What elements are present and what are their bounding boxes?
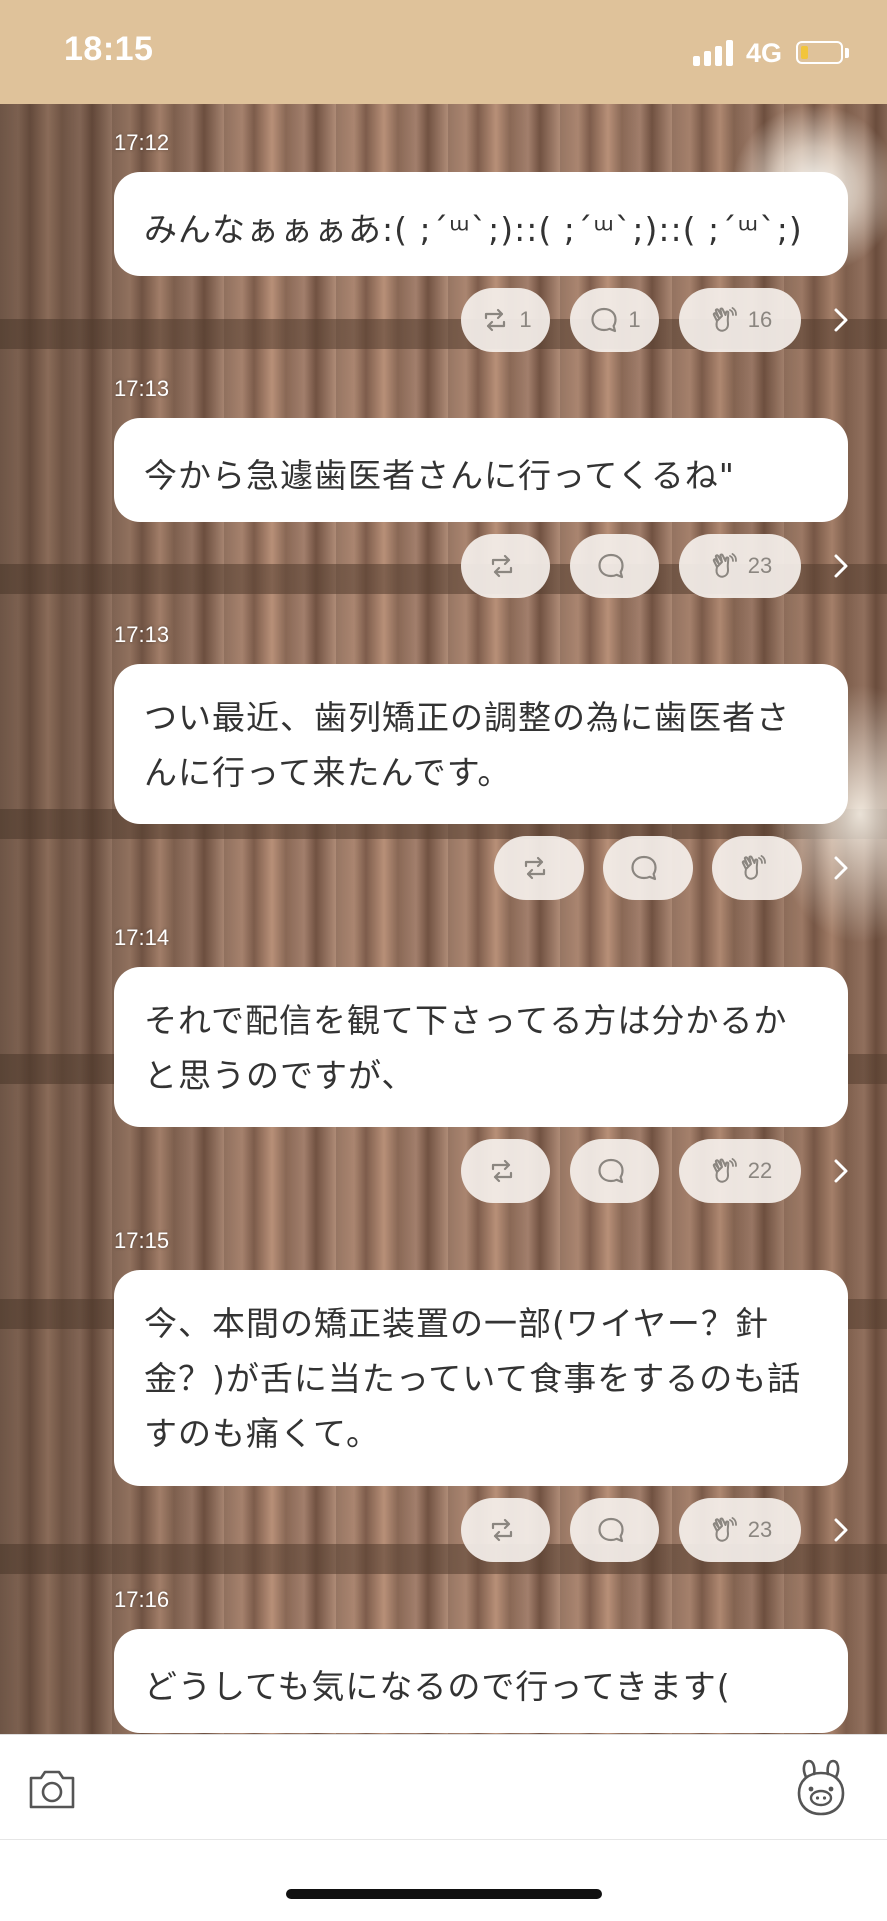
- mascot-icon[interactable]: [790, 1757, 852, 1819]
- clap-icon: [708, 1155, 740, 1187]
- repost-icon: [519, 852, 551, 884]
- clap-count: 23: [747, 1517, 773, 1542]
- clap-button[interactable]: 16: [679, 288, 801, 352]
- post-bubble[interactable]: それで配信を観て下さってる方は分かるかと思うのですが、: [114, 967, 848, 1127]
- clap-button[interactable]: 23: [679, 534, 801, 598]
- repost-button[interactable]: [461, 1498, 550, 1562]
- post-bubble[interactable]: つい最近、歯列矯正の調整の為に歯医者さんに行って来たんです。: [114, 664, 848, 824]
- comment-button[interactable]: [570, 1139, 659, 1203]
- post-time: 17:12: [114, 130, 170, 155]
- repost-button[interactable]: [494, 836, 584, 900]
- post-time: 17:15: [114, 1228, 170, 1253]
- clap-icon: [737, 852, 769, 884]
- toolbar-divider: [0, 1839, 887, 1840]
- comment-button[interactable]: [603, 836, 693, 900]
- clap-icon: [708, 304, 740, 336]
- comment-button[interactable]: [570, 534, 659, 598]
- comment-button[interactable]: 1: [570, 288, 659, 352]
- status-bar: 18:15 4G: [0, 0, 887, 104]
- comment-count: 1: [628, 307, 641, 332]
- comment-icon: [595, 1155, 627, 1187]
- battery-icon: [796, 41, 843, 64]
- repost-button[interactable]: [461, 1139, 550, 1203]
- timeline-feed[interactable]: 17:12 みんなぁぁぁあ:( ;´ᵚ`;)::( ;´ᵚ`;)::( ;´ᵚ`…: [0, 104, 887, 1734]
- comment-button[interactable]: [570, 1498, 659, 1562]
- chevron-right-icon[interactable]: [830, 1515, 852, 1545]
- clap-icon: [708, 550, 740, 582]
- repost-icon: [486, 550, 518, 582]
- repost-button[interactable]: [461, 534, 550, 598]
- clap-count: 22: [747, 1158, 773, 1183]
- post-bubble[interactable]: 今、本間の矯正装置の一部(ワイヤー？針金？)が舌に当たっていて食事をするのも話す…: [114, 1270, 848, 1486]
- status-time: 18:15: [64, 30, 154, 68]
- bottom-toolbar: [0, 1734, 887, 1921]
- comment-icon: [595, 1514, 627, 1546]
- clap-button[interactable]: [712, 836, 802, 900]
- clap-button[interactable]: 23: [679, 1498, 801, 1562]
- chevron-right-icon[interactable]: [830, 551, 852, 581]
- post-time: 17:13: [114, 622, 170, 647]
- chevron-right-icon[interactable]: [830, 1156, 852, 1186]
- home-indicator[interactable]: [286, 1889, 602, 1899]
- post-time: 17:14: [114, 925, 170, 950]
- post-time: 17:16: [114, 1587, 170, 1612]
- clap-icon: [708, 1514, 740, 1546]
- comment-icon: [588, 304, 620, 336]
- chevron-right-icon[interactable]: [830, 853, 852, 883]
- repost-count: 1: [519, 307, 532, 332]
- repost-icon: [486, 1155, 518, 1187]
- camera-icon[interactable]: [26, 1763, 78, 1815]
- network-label: 4G: [746, 38, 783, 68]
- post-time: 17:13: [114, 376, 170, 401]
- comment-icon: [595, 550, 627, 582]
- chevron-right-icon[interactable]: [830, 305, 852, 335]
- clap-count: 16: [747, 307, 773, 332]
- post-bubble[interactable]: みんなぁぁぁあ:( ;´ᵚ`;)::( ;´ᵚ`;)::( ;´ᵚ`;): [114, 172, 848, 276]
- post-bubble[interactable]: 今から急遽歯医者さんに行ってくるね": [114, 418, 848, 522]
- comment-icon: [628, 852, 660, 884]
- clap-count: 23: [747, 553, 773, 578]
- signal-icon: [693, 40, 737, 66]
- clap-button[interactable]: 22: [679, 1139, 801, 1203]
- repost-icon: [486, 1514, 518, 1546]
- repost-button[interactable]: 1: [461, 288, 550, 352]
- repost-icon: [479, 304, 511, 336]
- battery-tip: [845, 48, 849, 58]
- post-bubble[interactable]: どうしても気になるので行ってきます(: [114, 1629, 848, 1733]
